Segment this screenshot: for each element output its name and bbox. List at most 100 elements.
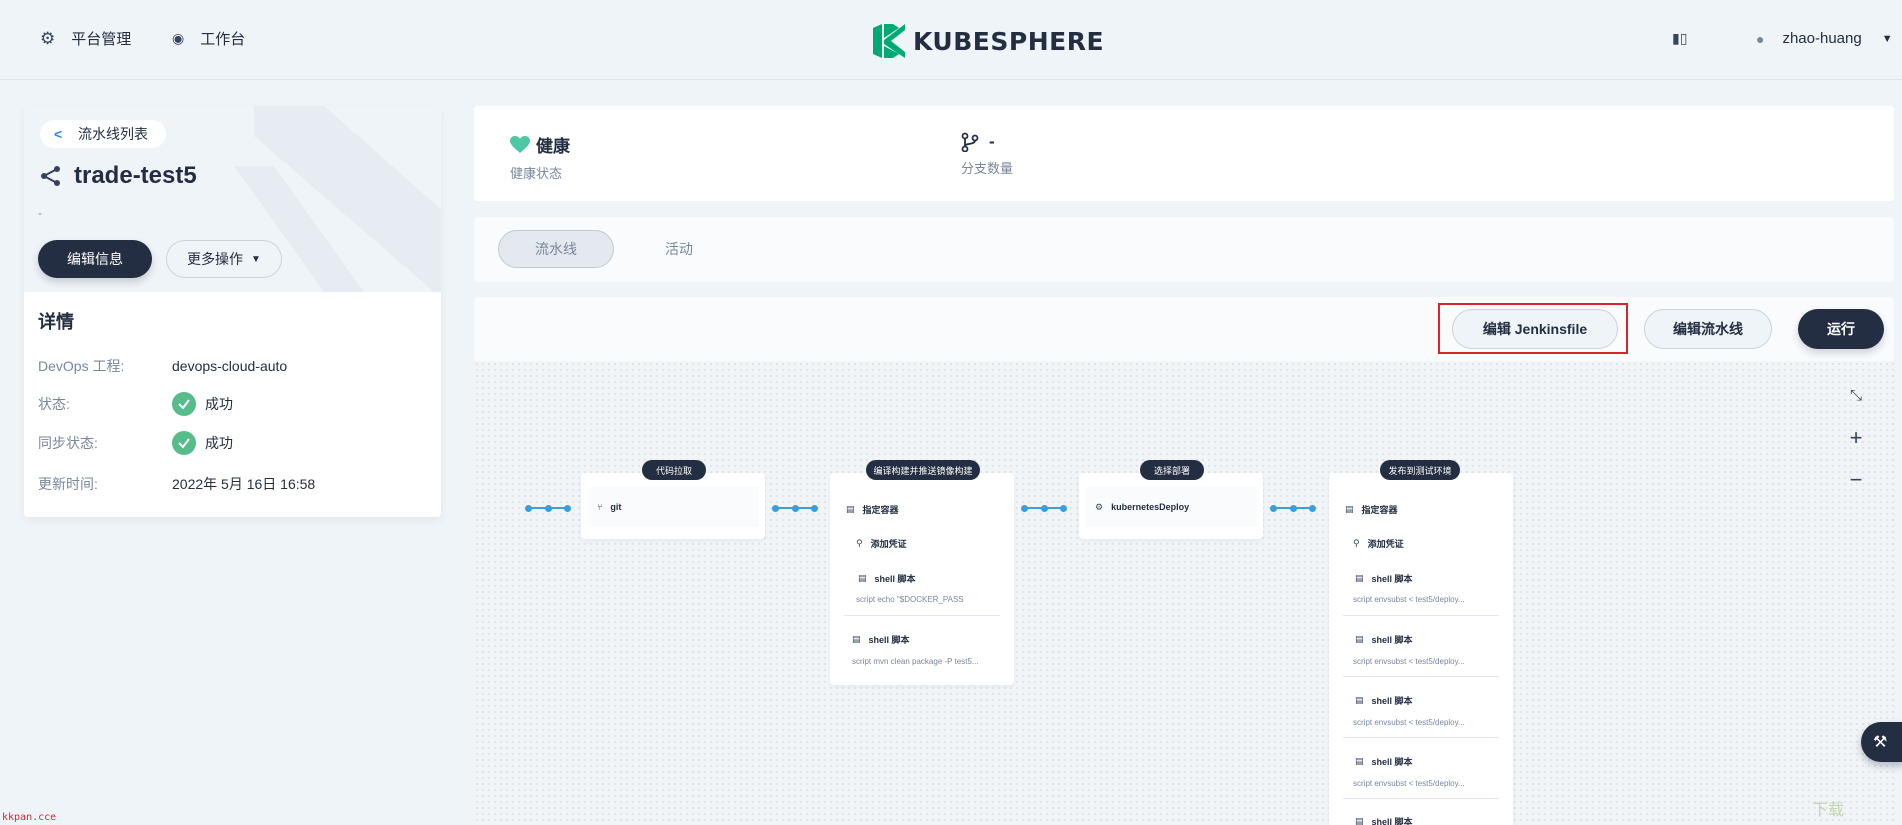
tab-activity[interactable]: 活动 (644, 230, 714, 268)
edit-pipeline-button[interactable]: 编辑流水线 (1644, 309, 1772, 349)
step-add-credential[interactable]: ⚲ 添加凭证 (1353, 537, 1404, 550)
caret-down-icon: ▼ (251, 253, 261, 265)
stage-release-test[interactable]: ▤ 指定容器 ⚲ 添加凭证 ▤ shell 脚本 script envsubst… (1329, 473, 1513, 825)
step-name: shell 脚本 (1371, 574, 1413, 584)
branch-stat: - 分支数量 (961, 132, 1013, 177)
nav-platform-label: 平台管理 (71, 31, 132, 48)
branch-icon (961, 132, 979, 152)
detail-row-status: 状态: 成功 (38, 392, 233, 416)
detail-label: 更新时间: (38, 476, 98, 492)
health-value: 健康 (536, 137, 570, 156)
nav-workbench-label: 工作台 (200, 31, 246, 48)
detail-row-sync-status: 同步状态: 成功 (38, 431, 233, 455)
step-name: shell 脚本 (874, 574, 916, 584)
edit-info-button[interactable]: 编辑信息 (38, 240, 152, 278)
connector-dot (1309, 505, 1316, 512)
step-name: shell 脚本 (1371, 696, 1413, 706)
connector-dot (811, 505, 818, 512)
connector-dot (545, 505, 552, 512)
step-shell-script[interactable]: ▤ shell 脚本 (858, 572, 916, 585)
top-navigation-bar: ⚙ 平台管理 ◉ 工作台 KUBESPHERE ▮▯ ● zhao-huang … (0, 0, 1902, 80)
kubesphere-logo[interactable]: KUBESPHERE (873, 24, 1104, 58)
run-button[interactable]: 运行 (1798, 309, 1884, 349)
sync-status-text: 成功 (205, 435, 233, 451)
stage-deploy[interactable]: ⚙ kubernetesDeploy (1079, 473, 1263, 539)
watermark-text: 下载 (1812, 802, 1845, 819)
step-shell-script[interactable]: ▤ shell 脚本 (1355, 694, 1413, 707)
nav-platform-management[interactable]: ⚙ 平台管理 (40, 28, 131, 49)
script-preview: script envsubst < test5/deploy... (1353, 779, 1465, 788)
nav-workbench[interactable]: ◉ 工作台 (172, 28, 245, 49)
more-actions-label: 更多操作 (187, 251, 244, 267)
stage-label: 选择部署 (1140, 460, 1204, 480)
divider (844, 615, 1000, 616)
stage-build-push[interactable]: ▤ 指定容器 ⚲ 添加凭证 ▤ shell 脚本 script echo "$D… (830, 473, 1014, 685)
zoom-in-icon[interactable]: + (1845, 425, 1867, 451)
step-name: shell 脚本 (1371, 635, 1413, 645)
divider (1343, 737, 1499, 738)
step-shell-script[interactable]: ▤ shell 脚本 (1355, 815, 1413, 825)
tabs-bar: 流水线 活动 (474, 217, 1894, 282)
pipeline-header: < 流水线列表 trade-test5 - 编辑信息 更多操作 ▼ (24, 106, 441, 292)
page-title: trade-test5 (40, 162, 197, 190)
step-name: 添加凭证 (1367, 539, 1404, 549)
chevron-down-icon: ▼ (1881, 32, 1893, 45)
fullscreen-icon[interactable]: ⤡ (1845, 387, 1867, 404)
detail-row-updated: 更新时间: 2022年 5月 16日 16:58 (38, 474, 315, 494)
help-button[interactable]: ⚒ (1861, 722, 1902, 762)
divider (1343, 798, 1499, 799)
stage-label: 代码拉取 (642, 460, 706, 480)
divider (1343, 615, 1499, 616)
step-shell-script[interactable]: ▤ shell 脚本 (852, 633, 910, 646)
hammer-icon: ⚒ (1873, 734, 1888, 751)
docs-button[interactable]: ▮▯ (1672, 30, 1687, 47)
detail-label: 同步状态: (38, 435, 98, 451)
stage-code-checkout[interactable]: ⑂ git (581, 473, 765, 539)
pipeline-toolbar: 编辑 Jenkinsfile 编辑流水线 运行 (474, 297, 1894, 361)
step-name: kubernetesDeploy (1111, 502, 1190, 512)
annotation-highlight-box (1438, 303, 1628, 354)
step-name: shell 脚本 (868, 635, 910, 645)
back-label: 流水线列表 (78, 126, 148, 142)
username: zhao-huang (1782, 30, 1862, 47)
step-shell-script[interactable]: ▤ shell 脚本 (1355, 572, 1413, 585)
detail-label: DevOps 工程: (38, 358, 125, 374)
step-shell-script[interactable]: ▤ shell 脚本 (1355, 755, 1413, 768)
pipeline-name: trade-test5 (74, 162, 197, 189)
detail-value: devops-cloud-auto (172, 358, 288, 374)
health-label: 健康状态 (510, 166, 563, 181)
pipeline-canvas[interactable]: ⤡ + − ⑂ git 代码拉取 ▤ 指定容器 ⚲ 添加凭证 ▤ shell 脚… (474, 361, 1894, 825)
step-kubernetes-deploy[interactable]: ⚙ kubernetesDeploy (1085, 487, 1257, 527)
status-text: 成功 (205, 396, 233, 412)
detail-value: 成功 (172, 392, 233, 416)
more-actions-button[interactable]: 更多操作 ▼ (166, 240, 282, 278)
step-specify-container[interactable]: ▤ 指定容器 (1345, 503, 1398, 516)
tab-pipeline[interactable]: 流水线 (498, 230, 614, 268)
kubesphere-logo-icon (873, 24, 905, 58)
step-shell-script[interactable]: ▤ shell 脚本 (1355, 633, 1413, 646)
stage-label: 发布到测试环境 (1380, 460, 1460, 480)
back-to-pipeline-list[interactable]: < 流水线列表 (40, 120, 166, 148)
step-name: shell 脚本 (1371, 817, 1413, 825)
step-git[interactable]: ⑂ git (587, 487, 759, 527)
user-menu[interactable]: ● zhao-huang ▼ (1756, 30, 1893, 47)
step-add-credential[interactable]: ⚲ 添加凭证 (856, 537, 907, 550)
script-preview: script echo "$DOCKER_PASS (856, 595, 964, 604)
details-heading: 详情 (38, 312, 74, 332)
connector-dot (1041, 505, 1048, 512)
container-icon: ▤ (846, 504, 855, 514)
dashboard-icon: ◉ (172, 30, 185, 46)
git-icon: ⑂ (597, 502, 603, 512)
step-specify-container[interactable]: ▤ 指定容器 (846, 503, 899, 516)
zoom-out-icon[interactable]: − (1845, 467, 1867, 493)
terminal-icon: ▤ (1355, 816, 1364, 825)
connector-dot (1060, 505, 1067, 512)
logo-text: KUBESPHERE (913, 26, 1105, 56)
terminal-icon: ▤ (858, 573, 867, 583)
connector-dot (792, 505, 799, 512)
step-name: git (610, 502, 622, 512)
step-name: 添加凭证 (870, 539, 907, 549)
connector-dot (564, 505, 571, 512)
terminal-icon: ▤ (1355, 573, 1364, 583)
key-icon: ⚲ (856, 538, 863, 548)
